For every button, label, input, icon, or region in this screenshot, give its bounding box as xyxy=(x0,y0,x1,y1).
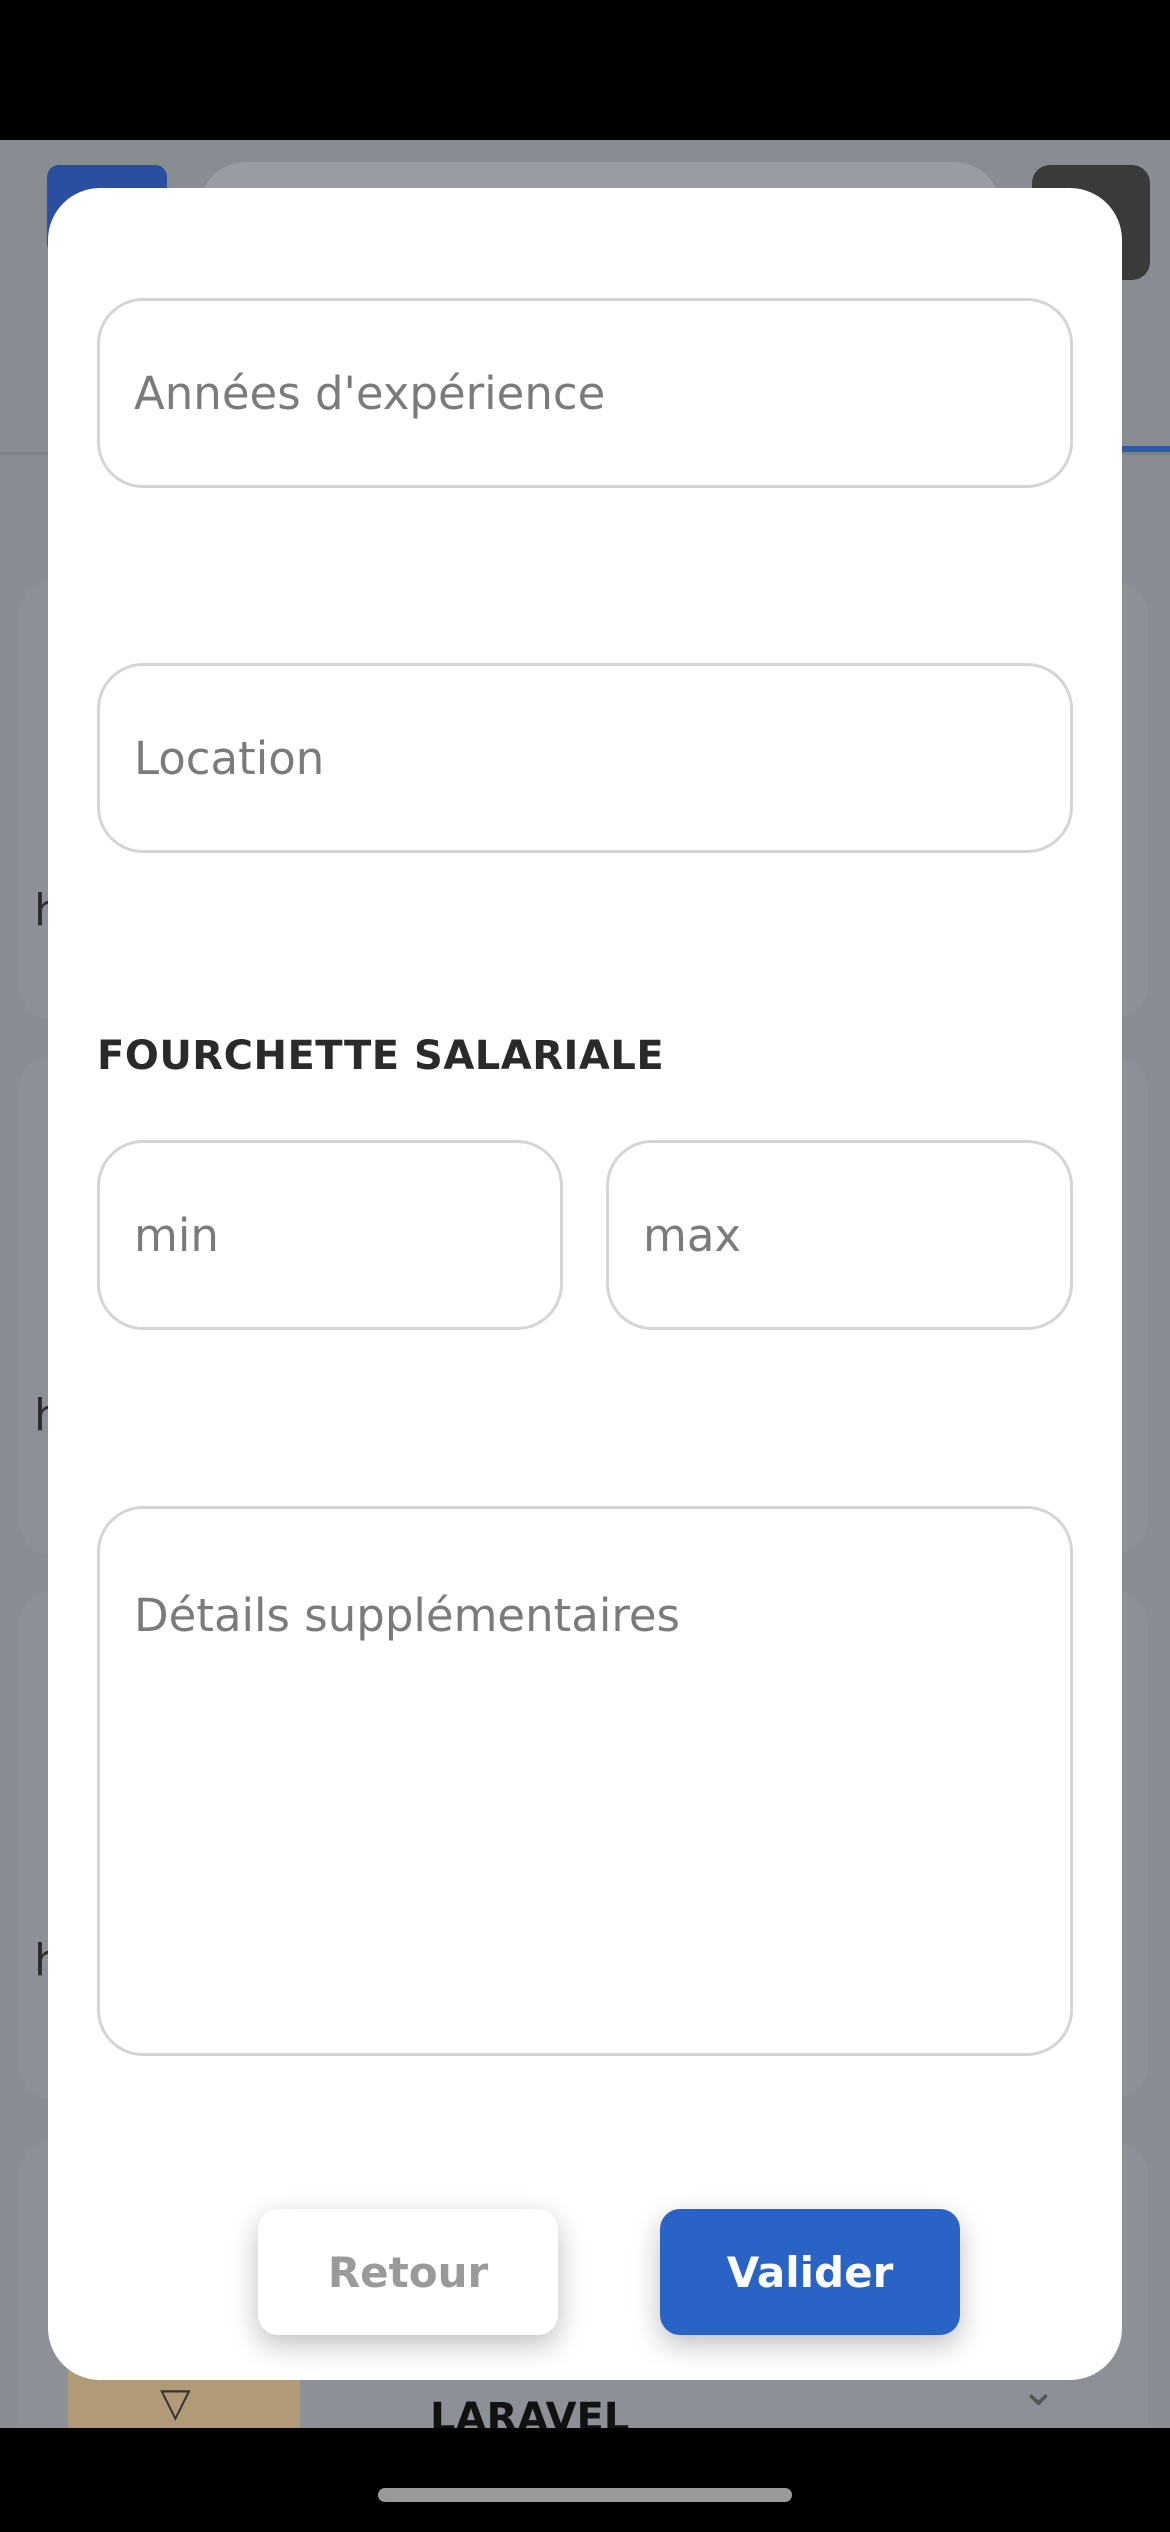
home-indicator xyxy=(378,2488,792,2502)
salary-min-input[interactable]: min xyxy=(97,1140,563,1330)
salary-min-placeholder: min xyxy=(134,1208,219,1262)
experience-placeholder: Années d'expérience xyxy=(134,366,606,420)
details-textarea[interactable]: Détails supplémentaires xyxy=(97,1506,1073,2056)
location-input[interactable]: Location xyxy=(97,663,1073,853)
bottom-bar xyxy=(0,2428,1170,2532)
thumbnail-icon: ▽ xyxy=(160,2380,191,2426)
salary-max-placeholder: max xyxy=(643,1208,742,1262)
salary-max-input[interactable]: max xyxy=(606,1140,1073,1330)
status-bar xyxy=(0,0,1170,140)
details-placeholder: Détails supplémentaires xyxy=(134,1589,680,1642)
back-button-label: Retour xyxy=(327,2247,489,2297)
submit-button[interactable]: Valider xyxy=(660,2209,960,2335)
background-item-title: LARAVEL xyxy=(430,2395,630,2428)
filter-modal: Années d'expérience Location FOURCHETTE … xyxy=(48,188,1122,2380)
location-placeholder: Location xyxy=(134,731,325,785)
submit-button-label: Valider xyxy=(726,2247,894,2297)
experience-input[interactable]: Années d'expérience xyxy=(97,298,1073,488)
back-button[interactable]: Retour xyxy=(258,2209,558,2335)
salary-section-title: FOURCHETTE SALARIALE xyxy=(97,1033,665,1079)
